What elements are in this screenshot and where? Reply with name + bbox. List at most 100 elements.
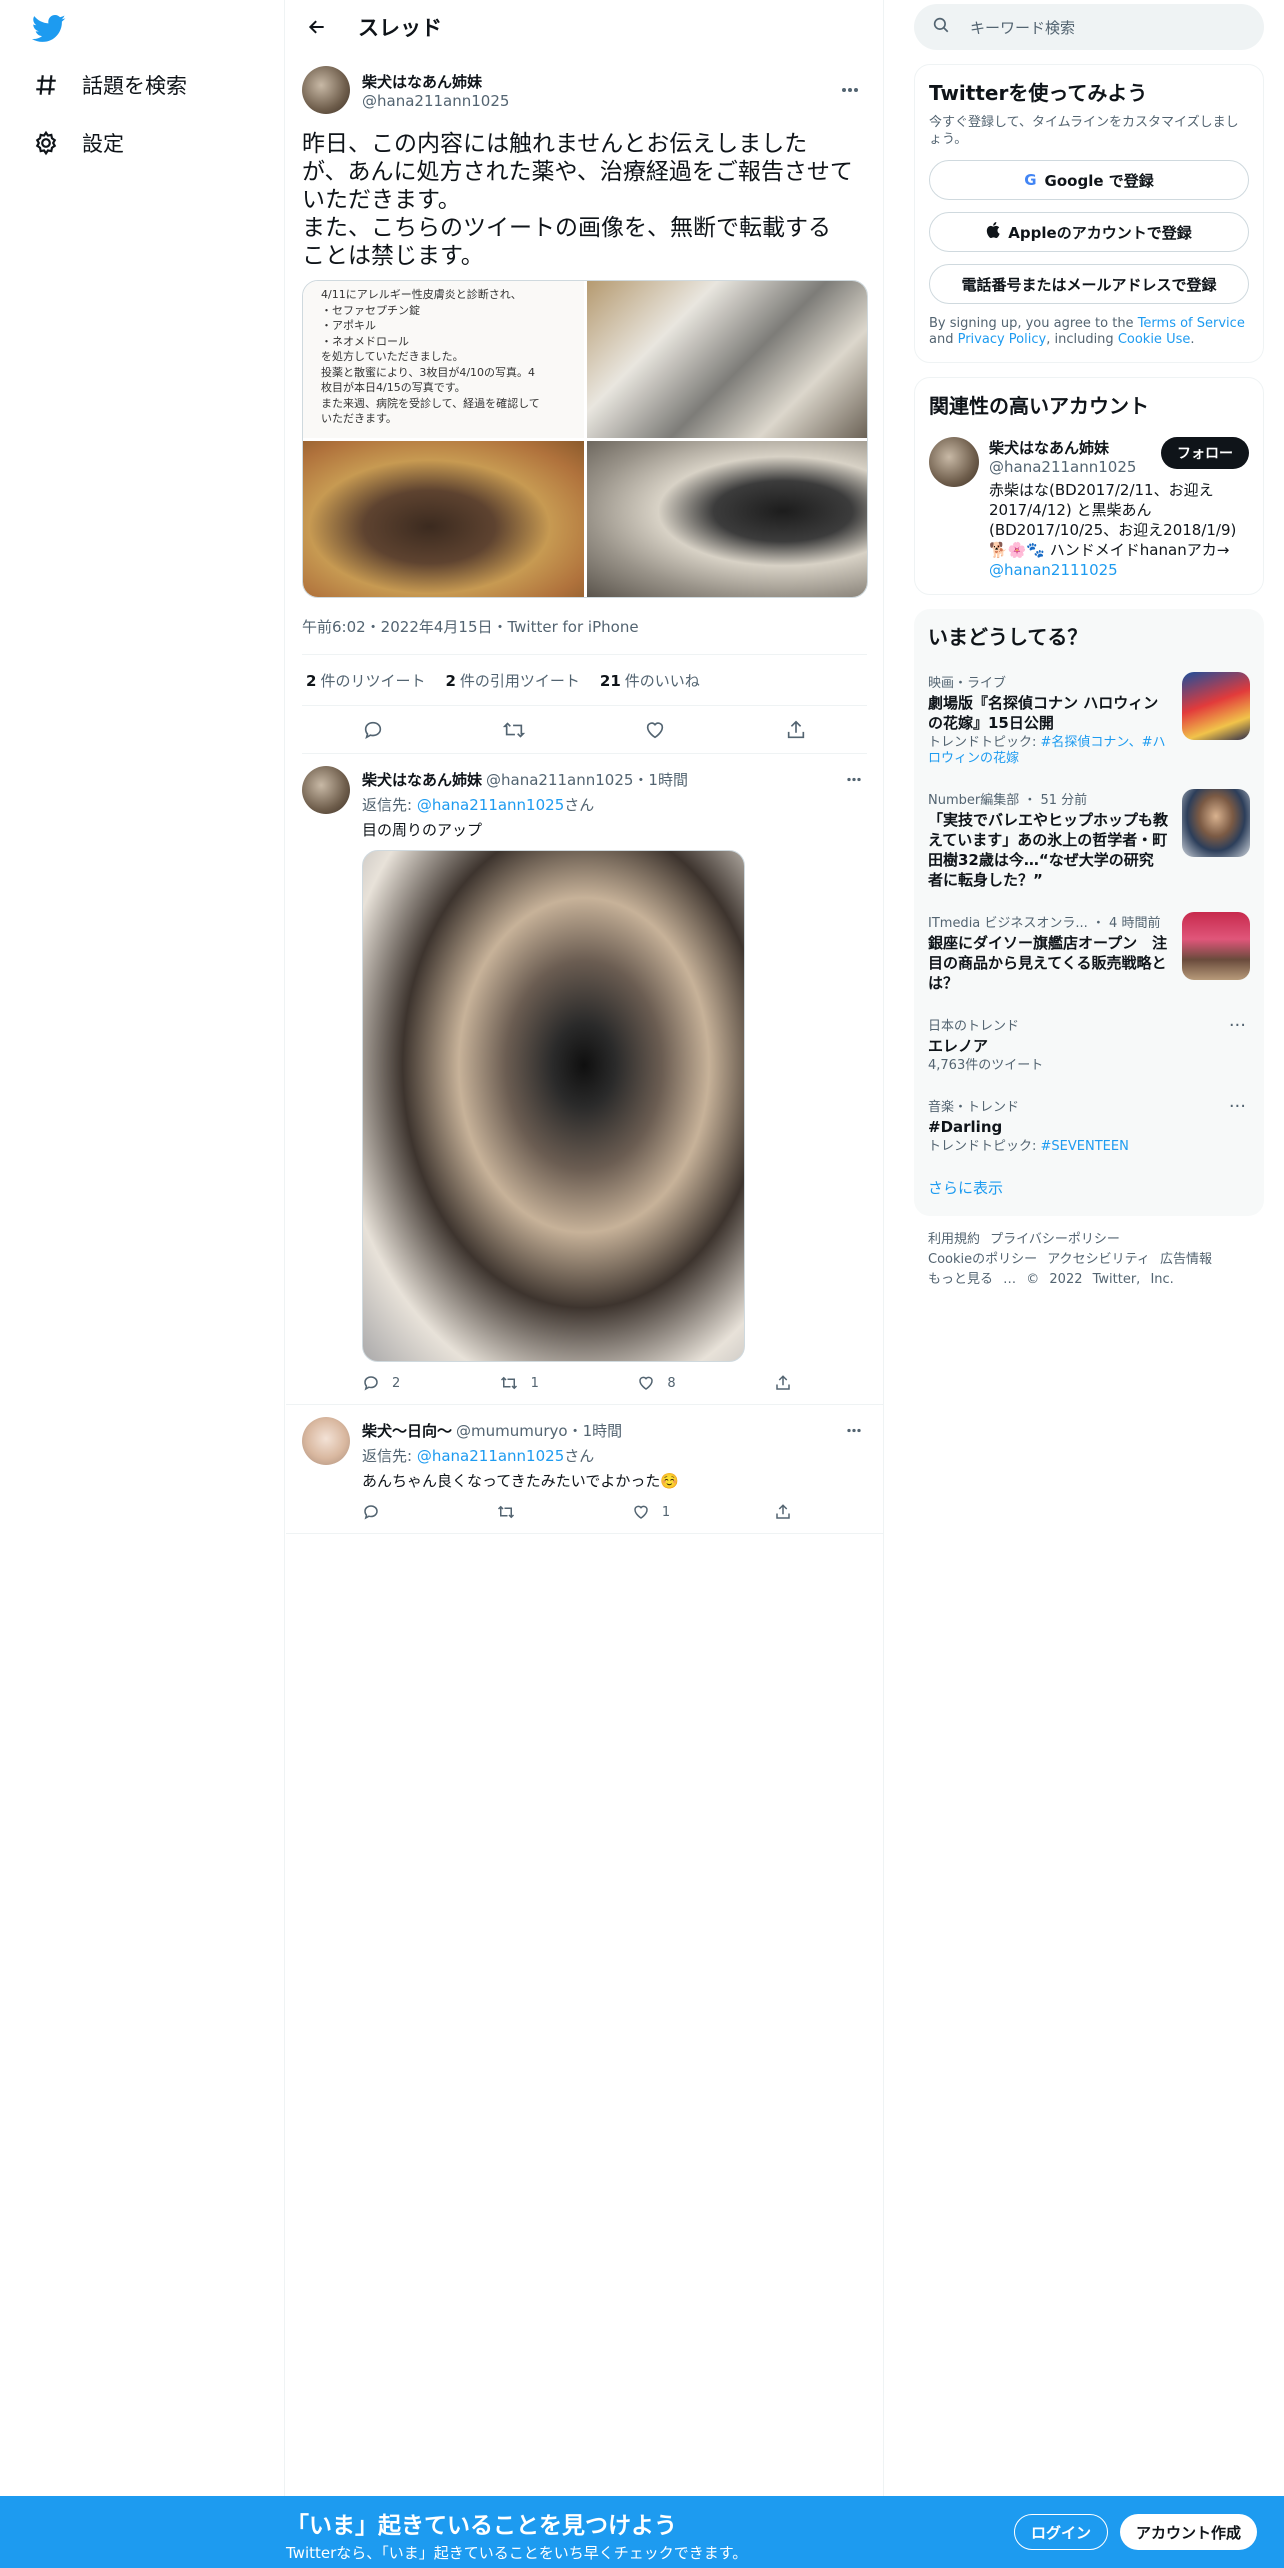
share-button[interactable] bbox=[774, 1374, 792, 1392]
reply-text: あんちゃん良くなってきたみたいでよかった☺️ bbox=[362, 1472, 680, 1490]
retweet-icon bbox=[500, 1376, 517, 1390]
nav-item-settings[interactable]: 設定 bbox=[32, 128, 124, 158]
search-placeholder: キーワード検索 bbox=[970, 18, 1076, 37]
privacy-link[interactable]: Privacy Policy bbox=[958, 332, 1047, 347]
author-name[interactable]: 柴犬はなあん姉妹 bbox=[362, 769, 482, 790]
like-icon bbox=[639, 1376, 654, 1390]
reply-button[interactable]: 2 bbox=[362, 1374, 400, 1392]
signup-button[interactable]: アカウント作成 bbox=[1120, 2514, 1258, 2550]
nav-item-label: 設定 bbox=[82, 132, 124, 156]
bottom-signup-bar: 「いま」起きていることを見つけよう Twitterなら、「いま」起きていることを… bbox=[0, 2496, 1284, 2568]
reply-tweet[interactable]: 柴犬はなあん姉妹 @hana211ann1025・1時間 返信先: @hana2… bbox=[286, 754, 883, 1405]
related-account[interactable]: 柴犬はなあん姉妹 @hana211ann1025 フォロー 赤柴はな(BD201… bbox=[929, 437, 1249, 580]
avatar[interactable] bbox=[302, 766, 350, 814]
tweet-actions bbox=[302, 706, 867, 754]
tweet-media-grid: 4/11にアレルギー性皮膚炎と診断され、 ・セファセプチン錠 ・アポキル ・ネオ… bbox=[302, 280, 868, 598]
author-name[interactable]: 柴犬～日向～ bbox=[362, 1420, 452, 1441]
nav-item-explore[interactable]: 話題を検索 bbox=[32, 70, 187, 100]
phone-email-signup-button[interactable]: 電話番号またはメールアドレスで登録 bbox=[929, 264, 1249, 304]
cookie-link[interactable]: Cookie Use bbox=[1118, 332, 1191, 347]
terms-link[interactable]: Terms of Service bbox=[1138, 316, 1245, 331]
right-column: キーワード検索 Twitterを使ってみよう 今すぐ登録して、タイムラインをカス… bbox=[914, 0, 1264, 1290]
more-icon[interactable] bbox=[841, 766, 867, 792]
gear-icon bbox=[32, 129, 60, 157]
author-name[interactable]: 柴犬はなあん姉妹 bbox=[362, 71, 509, 92]
avatar[interactable] bbox=[929, 437, 979, 487]
tweet-timestamp[interactable]: 午前6:02・2022年4月15日・Twitter for iPhone bbox=[302, 616, 867, 636]
related-handle[interactable]: @hana211ann1025 bbox=[989, 458, 1136, 476]
trend-item[interactable]: ITmedia ビジネスオンラ... ・ 4 時間前 銀座にダイソー旗艦店オープ… bbox=[928, 912, 1250, 993]
media-image-notes[interactable]: 4/11にアレルギー性皮膚炎と診断され、 ・セファセプチン錠 ・アポキル ・ネオ… bbox=[303, 281, 584, 438]
trend-item[interactable]: 映画・ライブ 劇場版『名探偵コナン ハロウィンの花嫁』15日公開 トレンドトピッ… bbox=[928, 672, 1250, 767]
media-image-medicine[interactable] bbox=[586, 281, 867, 438]
bottom-bar-subtitle: Twitterなら、「いま」起きていることをいち早くチェックできます。 bbox=[286, 2544, 748, 2562]
share-icon bbox=[776, 1375, 790, 1390]
page-title: スレッド bbox=[358, 16, 442, 40]
reply-to-link[interactable]: @hana211ann1025 bbox=[417, 796, 564, 814]
author-handle[interactable]: @mumumuryo・1時間 bbox=[456, 1420, 622, 1441]
signup-card: Twitterを使ってみよう 今すぐ登録して、タイムラインをカスタマイズしましょ… bbox=[914, 64, 1264, 363]
like-icon bbox=[634, 1505, 648, 1519]
focus-tweet: 柴犬はなあん姉妹 @hana211ann1025 昨日、この内容には触れませんと… bbox=[286, 54, 883, 754]
like-icon[interactable] bbox=[638, 713, 672, 747]
more-icon[interactable]: ··· bbox=[1229, 1015, 1246, 1036]
share-button[interactable] bbox=[774, 1503, 792, 1521]
reply-icon bbox=[364, 1505, 378, 1520]
twitter-logo-icon[interactable] bbox=[31, 14, 66, 44]
trend-thumbnail bbox=[1182, 912, 1250, 980]
more-icon[interactable] bbox=[833, 73, 867, 107]
retweet-button[interactable]: 1 bbox=[499, 1374, 539, 1392]
more-icon[interactable] bbox=[841, 1417, 867, 1443]
google-signup-button[interactable]: G Google で登録 bbox=[929, 160, 1249, 200]
main-column: スレッド 柴犬はなあん姉妹 @hana211ann1025 昨日、この内容には触… bbox=[286, 0, 884, 2496]
apple-signup-button[interactable]: Appleのアカウントで登録 bbox=[929, 212, 1249, 252]
reply-icon bbox=[364, 1376, 378, 1391]
tweet-stats: 2 件のリツイート 2 件の引用ツイート 21 件のいいね bbox=[302, 654, 867, 706]
reply-actions: 2 1 8 bbox=[362, 1374, 792, 1392]
like-button[interactable]: 1 bbox=[632, 1503, 670, 1521]
retweet-icon[interactable] bbox=[497, 713, 531, 747]
related-title: 関連性の高いアカウント bbox=[929, 394, 1149, 418]
tweet-author: 柴犬はなあん姉妹 @hana211ann1025 bbox=[302, 64, 867, 116]
media-image-dog-before[interactable] bbox=[303, 440, 584, 597]
reply-icon[interactable] bbox=[356, 713, 390, 747]
reply-actions: 1 bbox=[362, 1503, 792, 1521]
reply-media-image[interactable] bbox=[362, 850, 745, 1362]
search-input[interactable]: キーワード検索 bbox=[914, 4, 1264, 50]
bottom-bar-title: 「いま」起きていることを見つけよう bbox=[286, 2513, 677, 2539]
show-more-link[interactable]: さらに表示 bbox=[928, 1177, 1250, 1210]
signup-terms: By signing up, you agree to the Terms of… bbox=[929, 316, 1245, 347]
likes-stat[interactable]: 21 件のいいね bbox=[600, 670, 700, 691]
retweet-button[interactable] bbox=[496, 1503, 528, 1521]
thread-header: スレッド bbox=[286, 0, 883, 54]
author-handle[interactable]: @hana211ann1025 bbox=[362, 92, 509, 110]
share-icon[interactable] bbox=[779, 713, 813, 747]
left-nav: 話題を検索 設定 bbox=[0, 0, 285, 2496]
back-arrow-icon[interactable] bbox=[300, 10, 334, 44]
more-icon[interactable]: ··· bbox=[1229, 1096, 1246, 1117]
bio-link[interactable]: @hanan2111025 bbox=[989, 561, 1118, 579]
login-button[interactable]: ログイン bbox=[1014, 2514, 1109, 2550]
retweets-stat[interactable]: 2 件のリツイート bbox=[306, 670, 425, 691]
related-bio: 赤柴はな(BD2017/2/11、お迎え2017/4/12) と黒柴あん(BD2… bbox=[989, 481, 1237, 579]
hash-icon bbox=[32, 71, 60, 99]
media-image-dog-after[interactable] bbox=[586, 440, 867, 597]
reply-tweet[interactable]: 柴犬～日向～ @mumumuryo・1時間 返信先: @hana211ann10… bbox=[286, 1405, 883, 1534]
follow-button[interactable]: フォロー bbox=[1161, 437, 1249, 469]
trend-item[interactable]: 日本のトレンド エレノア 4,763件のツイート ··· bbox=[928, 1015, 1250, 1074]
avatar[interactable] bbox=[302, 66, 350, 114]
reply-button[interactable] bbox=[362, 1503, 392, 1521]
footer-links: 利用規約 プライバシーポリシー Cookieのポリシー アクセシビリティ 広告情… bbox=[928, 1232, 1212, 1287]
like-button[interactable]: 8 bbox=[637, 1374, 676, 1392]
trend-item[interactable]: Number編集部 ・ 51 分前 「実技でバレエやヒップホップも教えています」… bbox=[928, 789, 1250, 890]
quotes-stat[interactable]: 2 件の引用ツイート bbox=[445, 670, 579, 691]
reply-to-link[interactable]: @hana211ann1025 bbox=[417, 1447, 564, 1465]
page: 話題を検索 設定 スレッド 柴犬はなあん姉妹 @hana211ann1025 昨… bbox=[0, 0, 1284, 2568]
avatar[interactable] bbox=[302, 1417, 350, 1465]
author-handle[interactable]: @hana211ann1025・1時間 bbox=[486, 769, 688, 790]
google-icon: G bbox=[1024, 171, 1037, 189]
related-name[interactable]: 柴犬はなあん姉妹 bbox=[989, 437, 1136, 458]
nav-item-label: 話題を検索 bbox=[82, 74, 187, 98]
reply-to-line: 返信先: @hana211ann1025さん bbox=[362, 1447, 595, 1465]
trend-item[interactable]: 音楽・トレンド #Darling トレンドトピック: #SEVENTEEN ··… bbox=[928, 1096, 1250, 1155]
